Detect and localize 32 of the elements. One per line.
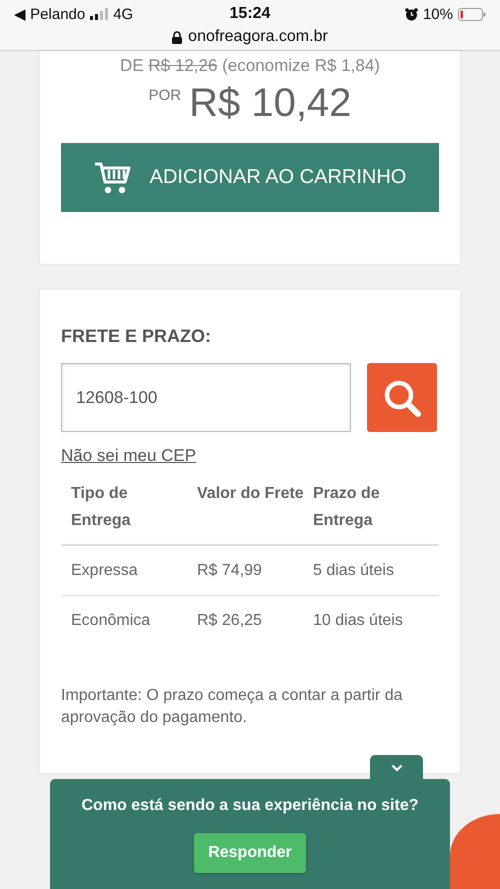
network-type: 4G bbox=[113, 6, 134, 22]
table-cell-text: 5 dias úteis bbox=[313, 561, 395, 581]
lock-icon bbox=[172, 30, 182, 44]
column-header: Prazo de Entrega bbox=[313, 484, 381, 531]
signal-icon bbox=[90, 8, 108, 20]
back-app-label[interactable]: ◀ Pelando bbox=[14, 5, 86, 23]
alarm-clock-icon bbox=[404, 8, 418, 20]
add-to-cart-button[interactable]: ADICIONAR AO CARRINHO bbox=[61, 143, 439, 212]
table-cell-text: R$ 74,99 bbox=[197, 561, 263, 581]
original-price-text: DE R$ 12,26 (economize R$ 1,84) bbox=[119, 55, 381, 77]
table-cell-text: 10 dias úteis bbox=[313, 611, 404, 631]
battery-percent: 10% bbox=[422, 6, 453, 22]
chevron-down-icon bbox=[390, 764, 402, 772]
battery-icon bbox=[458, 8, 486, 20]
table-cell-text: Expressa bbox=[71, 561, 139, 581]
current-price: R$ 10,42 bbox=[189, 81, 352, 125]
table-cell-text: R$ 26,25 bbox=[197, 611, 263, 631]
cart-icon bbox=[94, 160, 132, 194]
cep-input-field[interactable]: 12608-100 bbox=[61, 363, 351, 432]
url-text[interactable]: onofreagora.com.br bbox=[188, 28, 328, 46]
floating-action-button[interactable] bbox=[450, 814, 500, 889]
column-header: Valor do Frete bbox=[197, 484, 305, 504]
column-header: Tipo de Entrega bbox=[71, 484, 132, 531]
table-cell-text: Econômica bbox=[71, 611, 152, 631]
shipping-note: Importante: O prazo começa a contar a partir da aprovação do pagamento. bbox=[61, 686, 404, 728]
search-button[interactable] bbox=[367, 363, 437, 432]
clock-time: 15:24 bbox=[230, 5, 270, 23]
por-label: POR bbox=[148, 87, 182, 104]
collapse-tab[interactable] bbox=[370, 755, 423, 779]
feedback-question: Como está sendo a sua experiência no site? bbox=[82, 797, 418, 815]
shipping-title: FRETE E PRAZO: bbox=[61, 326, 212, 347]
cep-help-link[interactable]: Não sei meu CEP bbox=[61, 446, 196, 466]
